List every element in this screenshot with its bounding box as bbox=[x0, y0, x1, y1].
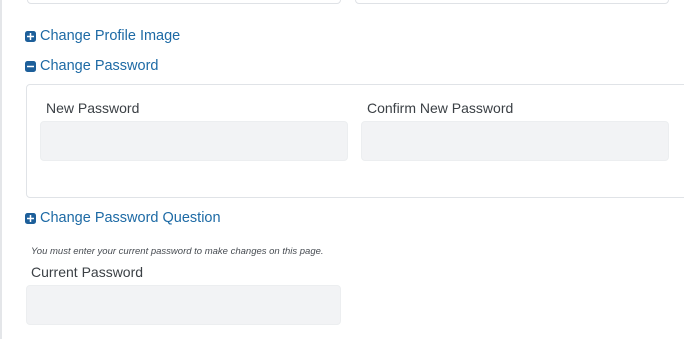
minus-square-icon bbox=[25, 60, 36, 72]
change-profile-image-toggle[interactable]: Change Profile Image bbox=[25, 28, 180, 44]
confirm-new-password-label: Confirm New Password bbox=[367, 100, 514, 116]
current-password-note: You must enter your current password to … bbox=[31, 246, 324, 257]
change-password-label: Change Password bbox=[40, 58, 159, 74]
new-password-label: New Password bbox=[46, 100, 140, 116]
current-password-input[interactable] bbox=[26, 285, 341, 325]
left-divider bbox=[0, 0, 2, 339]
profile-settings-page: Change Profile Image Change Password New… bbox=[0, 0, 684, 339]
plus-square-icon bbox=[25, 212, 36, 224]
change-profile-image-label: Change Profile Image bbox=[40, 28, 181, 44]
previous-field-right[interactable] bbox=[355, 0, 669, 4]
previous-field-left[interactable] bbox=[27, 0, 341, 4]
plus-square-icon bbox=[25, 30, 36, 42]
current-password-label: Current Password bbox=[31, 264, 144, 280]
confirm-new-password-input[interactable] bbox=[361, 121, 669, 161]
change-password-toggle[interactable]: Change Password bbox=[25, 58, 159, 74]
change-password-question-label: Change Password Question bbox=[40, 210, 221, 226]
change-password-question-toggle[interactable]: Change Password Question bbox=[25, 210, 221, 226]
new-password-input[interactable] bbox=[40, 121, 348, 161]
change-password-panel: New Password Confirm New Password bbox=[26, 84, 684, 198]
